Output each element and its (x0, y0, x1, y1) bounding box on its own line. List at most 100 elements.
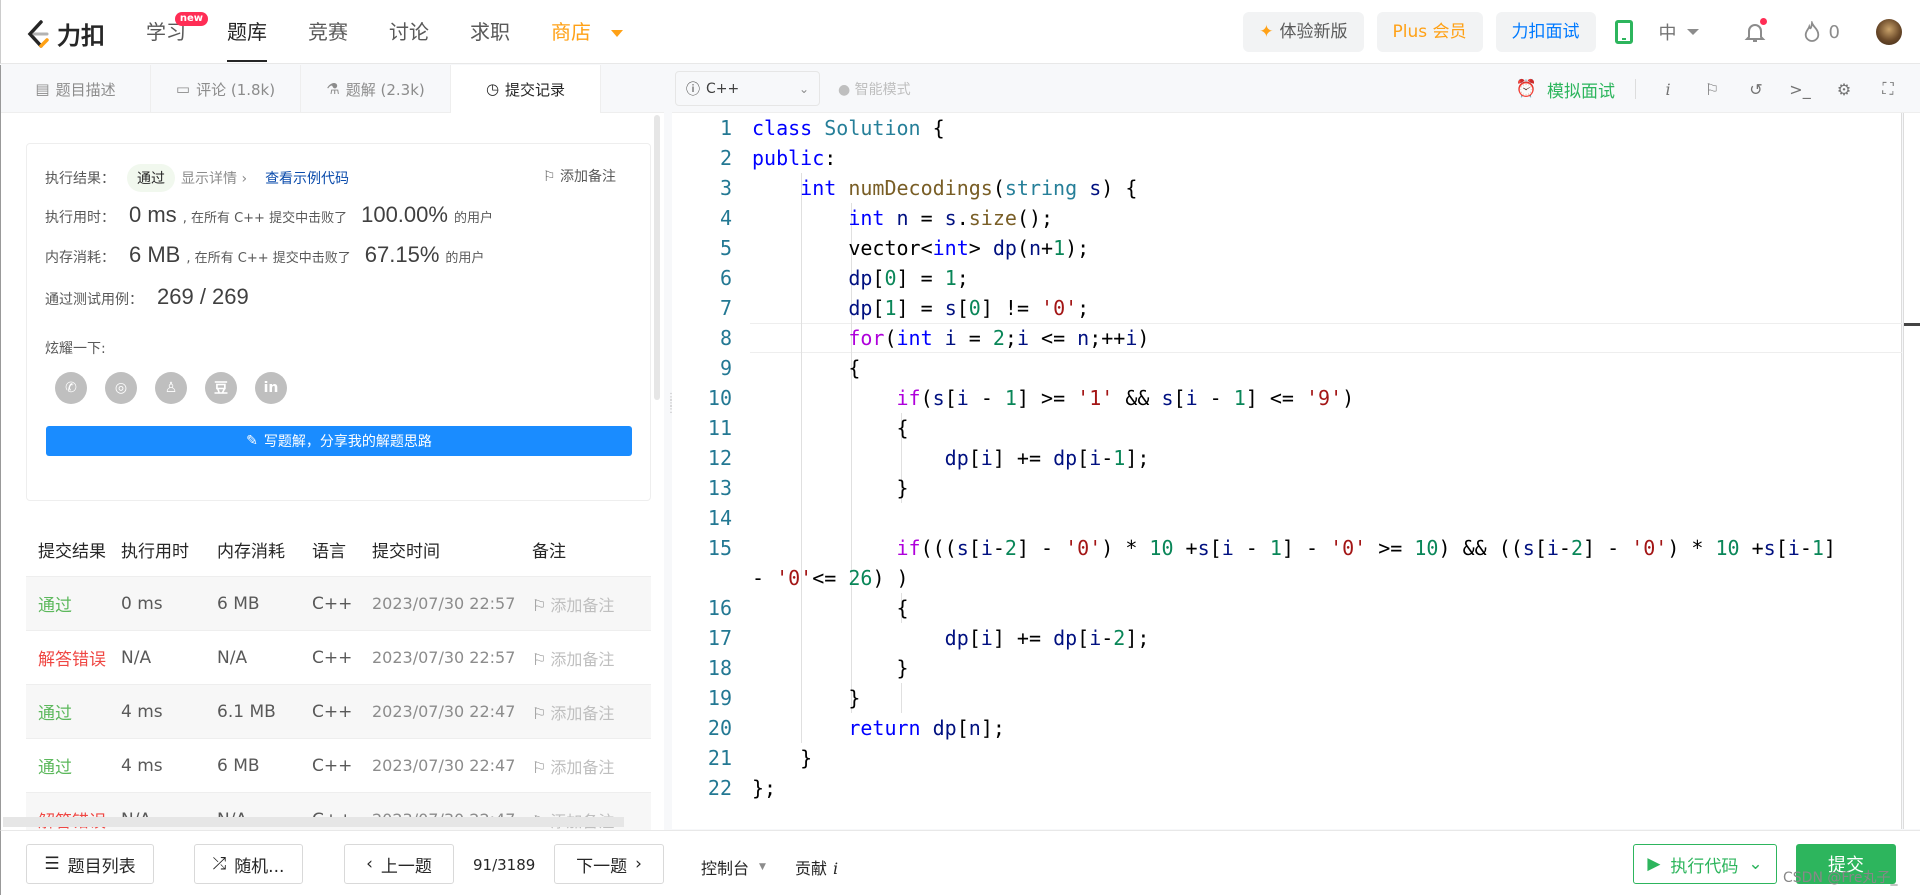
nav-learn[interactable]: 学习 new (146, 0, 208, 64)
code-line[interactable]: dp[i] += dp[i-2]; (752, 623, 1150, 653)
code-line[interactable]: int numDecodings(string s) { (752, 173, 1137, 203)
problem-list-button[interactable]: ☰ 题目列表 (26, 844, 154, 884)
interview-button[interactable]: 力扣面试 (1495, 12, 1596, 52)
console-toggle[interactable]: 控制台 ▼ (701, 855, 766, 879)
language-selector[interactable]: 中 (1659, 19, 1699, 45)
row-add-note[interactable]: ⚐添加备注 (532, 646, 651, 670)
code-line[interactable]: public: (752, 143, 836, 173)
add-note-button[interactable]: ⚐ 添加备注 (543, 166, 616, 186)
code-line[interactable]: vector<int> dp(n+1); (752, 233, 1089, 263)
linkedin-icon[interactable]: in (255, 372, 287, 404)
terminal-icon[interactable]: >_ (1788, 80, 1812, 99)
code-line[interactable]: class Solution { (752, 113, 945, 143)
row-language: C++ (312, 701, 353, 722)
douban-icon[interactable]: 豆 (205, 372, 237, 404)
tab-submissions[interactable]: ◷ 提交记录 (451, 65, 601, 113)
reset-icon[interactable]: ↺ (1744, 80, 1768, 99)
points-counter[interactable]: 0 (1803, 21, 1840, 43)
add-note-label: 添加备注 (560, 169, 616, 185)
flag-icon[interactable]: ⚐ (1700, 80, 1724, 99)
tab-comments[interactable]: ▭ 评论 (1.8k) (151, 65, 301, 113)
users-text: 的用户 (453, 211, 493, 226)
chevron-left-icon: ‹ (366, 854, 373, 874)
line-number: 5 (719, 236, 732, 260)
wechat-icon[interactable]: ✆ (55, 372, 87, 404)
row-memory: 6.1 MB (217, 701, 276, 722)
nav-jobs[interactable]: 求职 (470, 0, 510, 64)
line-number: 4 (719, 206, 732, 230)
code-line[interactable]: for(int i = 2;i <= n;++i) (752, 323, 1149, 353)
next-problem-button[interactable]: 下一题 › (554, 844, 664, 884)
table-row[interactable]: 通过 4 ms 6.1 MB C++ 2023/07/30 22:47 ⚐ 添加备注 (26, 684, 651, 738)
row-result[interactable]: 通过 (26, 753, 121, 778)
nav-store[interactable]: 商店 (551, 0, 623, 64)
show-detail-link[interactable]: 显示详情 › (181, 168, 247, 188)
view-sample-code-link[interactable]: 查看示例代码 (265, 168, 349, 188)
row-add-note[interactable]: ⚐添加备注 (532, 592, 651, 616)
run-code-button[interactable]: ▶ 执行代码 ⌄ (1633, 844, 1777, 884)
panel-resize-handle[interactable]: ⋮ ⋮ ⋮ (666, 393, 676, 445)
fullscreen-icon[interactable]: ⛶ (1876, 79, 1900, 99)
code-line[interactable]: if(((s[i-2] - '0') * 10 +s[i - 1] - '0' … (752, 533, 1836, 563)
runtime-value: 0 ms (129, 202, 177, 227)
info-icon[interactable]: i (1656, 80, 1680, 99)
code-line[interactable]: } (752, 473, 908, 503)
table-row[interactable]: 通过 0 ms 6 MB C++ 2023/07/30 22:57 ⚐ 添加备注 (26, 576, 651, 630)
user-avatar[interactable] (1876, 19, 1902, 45)
nav-contest[interactable]: 竞赛 (308, 0, 348, 64)
code-line[interactable]: - '0'<= 26) ) (752, 563, 909, 593)
code-line[interactable]: { (752, 593, 908, 623)
line-number: 11 (707, 416, 732, 440)
code-editor[interactable]: 1 class Solution {2 public: 3 int numDecodi… (672, 113, 1902, 829)
notification-bell-icon[interactable] (1743, 18, 1767, 44)
smart-mode-toggle[interactable]: ● 智能模式 (838, 79, 911, 99)
code-line[interactable]: dp[0] = 1; (752, 263, 968, 293)
row-language: C++ (312, 647, 353, 668)
code-line[interactable]: { (752, 413, 908, 443)
row-add-note[interactable]: ⚐添加备注 (532, 754, 651, 778)
code-line[interactable]: dp[i] += dp[i-1]; (752, 443, 1150, 473)
tab-label: 提交记录 (505, 80, 566, 99)
table-row[interactable]: 解答错误 N/A N/A C++ 2023/07/30 22:57 ⚐ 添加备注 (26, 630, 651, 684)
write-solution-button[interactable]: ✎ 写题解，分享我的解题思路 (46, 426, 632, 456)
nav-discuss[interactable]: 讨论 (389, 0, 429, 64)
code-line[interactable]: } (752, 683, 860, 713)
watermark: CSDN @Fre丸子_ (1783, 870, 1898, 886)
code-line[interactable]: dp[1] = s[0] != '0'; (752, 293, 1089, 323)
leetcode-logo[interactable]: 力扣 (25, 16, 105, 51)
header-actions: ✦ 体验新版 Plus 会员 力扣面试 中 0 (1243, 12, 1920, 52)
plus-member-button[interactable]: Plus 会员 (1376, 12, 1483, 52)
alarm-clock-icon: ⏰ (1515, 79, 1537, 99)
code-line[interactable]: }; (752, 773, 776, 803)
contribute-button[interactable]: 贡献 i (795, 855, 838, 879)
row-result[interactable]: 通过 (26, 699, 121, 724)
weibo-icon[interactable]: ◎ (105, 372, 137, 404)
table-row[interactable]: 通过 4 ms 6 MB C++ 2023/07/30 22:47 ⚐ 添加备注 (26, 738, 651, 792)
editor-vertical-scrollbar[interactable] (1903, 113, 1920, 829)
left-scrollbar[interactable] (654, 115, 660, 400)
row-result[interactable]: 解答错误 (26, 645, 121, 670)
code-line[interactable]: return dp[n]; (752, 713, 1005, 743)
try-new-version-button[interactable]: ✦ 体验新版 (1243, 12, 1364, 52)
language-select[interactable]: ⓘ C++ ⌄ (675, 71, 820, 106)
code-line[interactable]: { (752, 353, 860, 383)
table-horizontal-scrollbar[interactable] (3, 817, 624, 827)
qq-icon[interactable]: ♙ (155, 372, 187, 404)
mock-interview-button[interactable]: ⏰ 模拟面试 (1516, 77, 1615, 102)
code-line[interactable]: int n = s.size(); (752, 203, 1053, 233)
settings-icon[interactable]: ⚙ (1832, 80, 1856, 99)
code-line[interactable]: if(s[i - 1] >= '1' && s[i - 1] <= '9') (752, 383, 1355, 413)
row-add-note[interactable]: ⚐添加备注 (532, 700, 651, 724)
row-memory: 6 MB (217, 755, 260, 776)
code-line[interactable]: } (752, 653, 908, 683)
mobile-app-icon[interactable] (1614, 20, 1633, 44)
row-result[interactable]: 通过 (26, 591, 121, 616)
nav-problems[interactable]: 题库 (227, 0, 267, 64)
prev-problem-button[interactable]: ‹ 上一题 (344, 844, 454, 884)
code-line[interactable]: } (752, 743, 812, 773)
tab-description[interactable]: ▤ 题目描述 (1, 65, 151, 113)
tab-solutions[interactable]: ⚗ 题解 (2.3k) (301, 65, 451, 113)
write-solution-label: 写题解，分享我的解题思路 (263, 434, 432, 450)
random-button[interactable]: ⤮ 随机... (194, 844, 303, 884)
problem-counter: 91/3189 (473, 856, 536, 874)
